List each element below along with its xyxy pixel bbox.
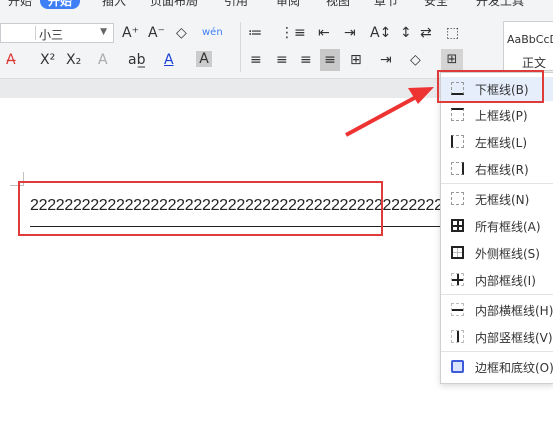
- pointer-arrow: [345, 87, 434, 137]
- arrow-shaft: [345, 94, 419, 137]
